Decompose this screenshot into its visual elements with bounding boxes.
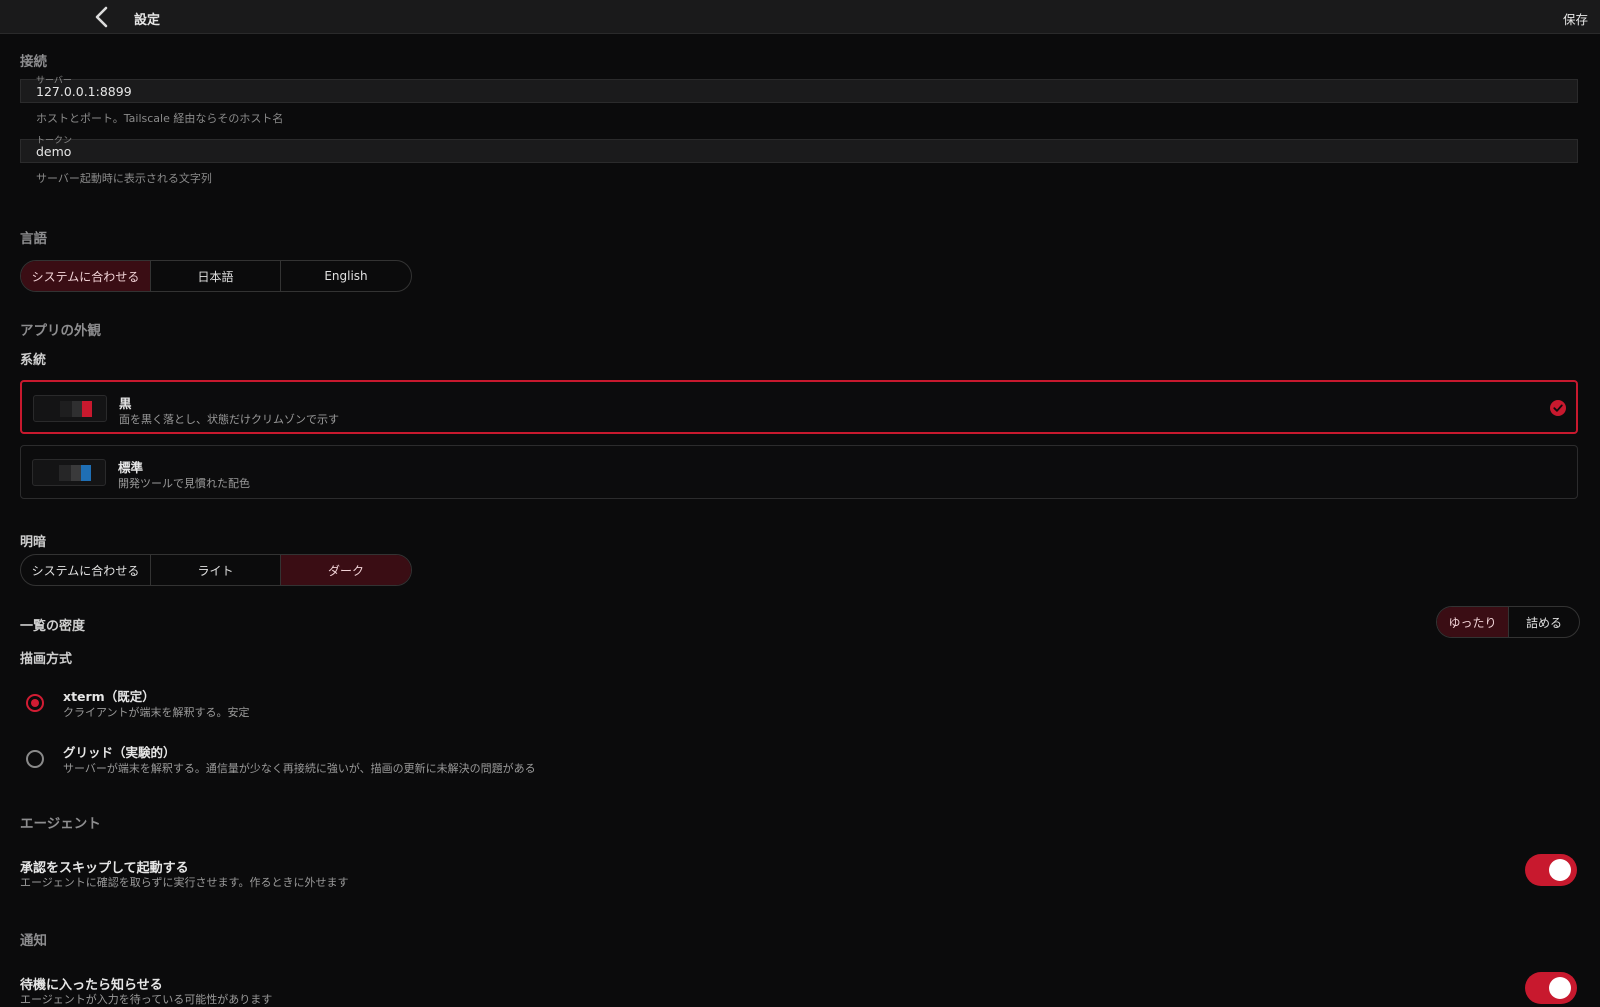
- section-agent-label: エージェント: [20, 816, 101, 832]
- density-segmented-control: ゆったり 詰める: [1436, 606, 1580, 638]
- density-label: 一覧の密度: [20, 619, 86, 634]
- chevron-left-icon: [95, 6, 108, 28]
- render-option-title: xterm（既定）: [63, 689, 155, 704]
- theme-name: 黒: [119, 396, 132, 411]
- server-field-label: サーバー: [36, 76, 72, 86]
- check-circle-icon: [1550, 400, 1566, 416]
- section-connection-label: 接続: [20, 54, 47, 70]
- brightness-label: 明暗: [20, 535, 47, 550]
- language-option-system[interactable]: システムに合わせる: [21, 261, 151, 291]
- toggle-knob: [1549, 977, 1571, 999]
- theme-swatch-black: [33, 395, 107, 422]
- language-option-japanese[interactable]: 日本語: [151, 261, 281, 291]
- brightness-option-light[interactable]: ライト: [151, 555, 281, 585]
- token-input[interactable]: [36, 144, 1536, 159]
- server-field[interactable]: [20, 79, 1578, 103]
- render-option-title: グリッド（実験的）: [63, 745, 176, 760]
- density-option-comfortable[interactable]: ゆったり: [1437, 607, 1509, 637]
- theme-swatch-standard: [32, 459, 106, 486]
- section-appearance-label: アプリの外観: [20, 323, 101, 339]
- server-hint: ホストとポート。Tailscale 経由ならそのホスト名: [36, 112, 284, 125]
- render-option-desc: クライアントが端末を解釈する。安定: [63, 706, 250, 719]
- server-input[interactable]: [36, 84, 1536, 99]
- skip-approval-desc: エージェントに確認を取らずに実行させます。作るときに外せます: [20, 876, 349, 889]
- back-button[interactable]: [92, 5, 114, 29]
- theme-card-black[interactable]: 黒 面を黒く落とし、状態だけクリムゾンで示す: [20, 380, 1578, 434]
- section-language-label: 言語: [20, 231, 47, 247]
- radio-button[interactable]: [26, 750, 44, 768]
- idle-notify-toggle[interactable]: [1525, 972, 1577, 1004]
- render-mode-label: 描画方式: [20, 652, 73, 667]
- brightness-option-system[interactable]: システムに合わせる: [21, 555, 151, 585]
- token-field-label: トークン: [36, 136, 73, 146]
- theme-desc: 開発ツールで見慣れた配色: [118, 477, 250, 490]
- token-field[interactable]: [20, 139, 1578, 163]
- render-option-desc: サーバーが端末を解釈する。通信量が少なく再接続に強いが、描画の更新に未解決の問題…: [63, 762, 536, 775]
- save-button[interactable]: 保存: [1563, 9, 1588, 28]
- brightness-option-dark[interactable]: ダーク: [281, 555, 411, 585]
- theme-card-standard[interactable]: 標準 開発ツールで見慣れた配色: [20, 445, 1578, 499]
- token-hint: サーバー起動時に表示される文字列: [36, 172, 212, 185]
- language-option-english[interactable]: English: [281, 261, 411, 291]
- section-notification-label: 通知: [20, 933, 47, 949]
- theme-desc: 面を黒く落とし、状態だけクリムゾンで示す: [119, 413, 339, 426]
- top-bar: 設定 保存: [0, 0, 1600, 34]
- theme-family-label: 系統: [20, 353, 47, 368]
- render-option-xterm[interactable]: xterm（既定） クライアントが端末を解釈する。安定: [20, 684, 820, 728]
- skip-approval-toggle[interactable]: [1525, 854, 1577, 886]
- render-option-grid[interactable]: グリッド（実験的） サーバーが端末を解釈する。通信量が少なく再接続に強いが、描画…: [20, 740, 820, 784]
- brightness-segmented-control: システムに合わせる ライト ダーク: [20, 554, 412, 586]
- density-option-compact[interactable]: 詰める: [1509, 607, 1579, 637]
- idle-notify-desc: エージェントが入力を待っている可能性があります: [20, 993, 273, 1006]
- radio-button[interactable]: [26, 694, 44, 712]
- language-segmented-control: システムに合わせる 日本語 English: [20, 260, 412, 292]
- toggle-knob: [1549, 859, 1571, 881]
- page-title: 設定: [134, 13, 161, 28]
- theme-name: 標準: [118, 460, 144, 475]
